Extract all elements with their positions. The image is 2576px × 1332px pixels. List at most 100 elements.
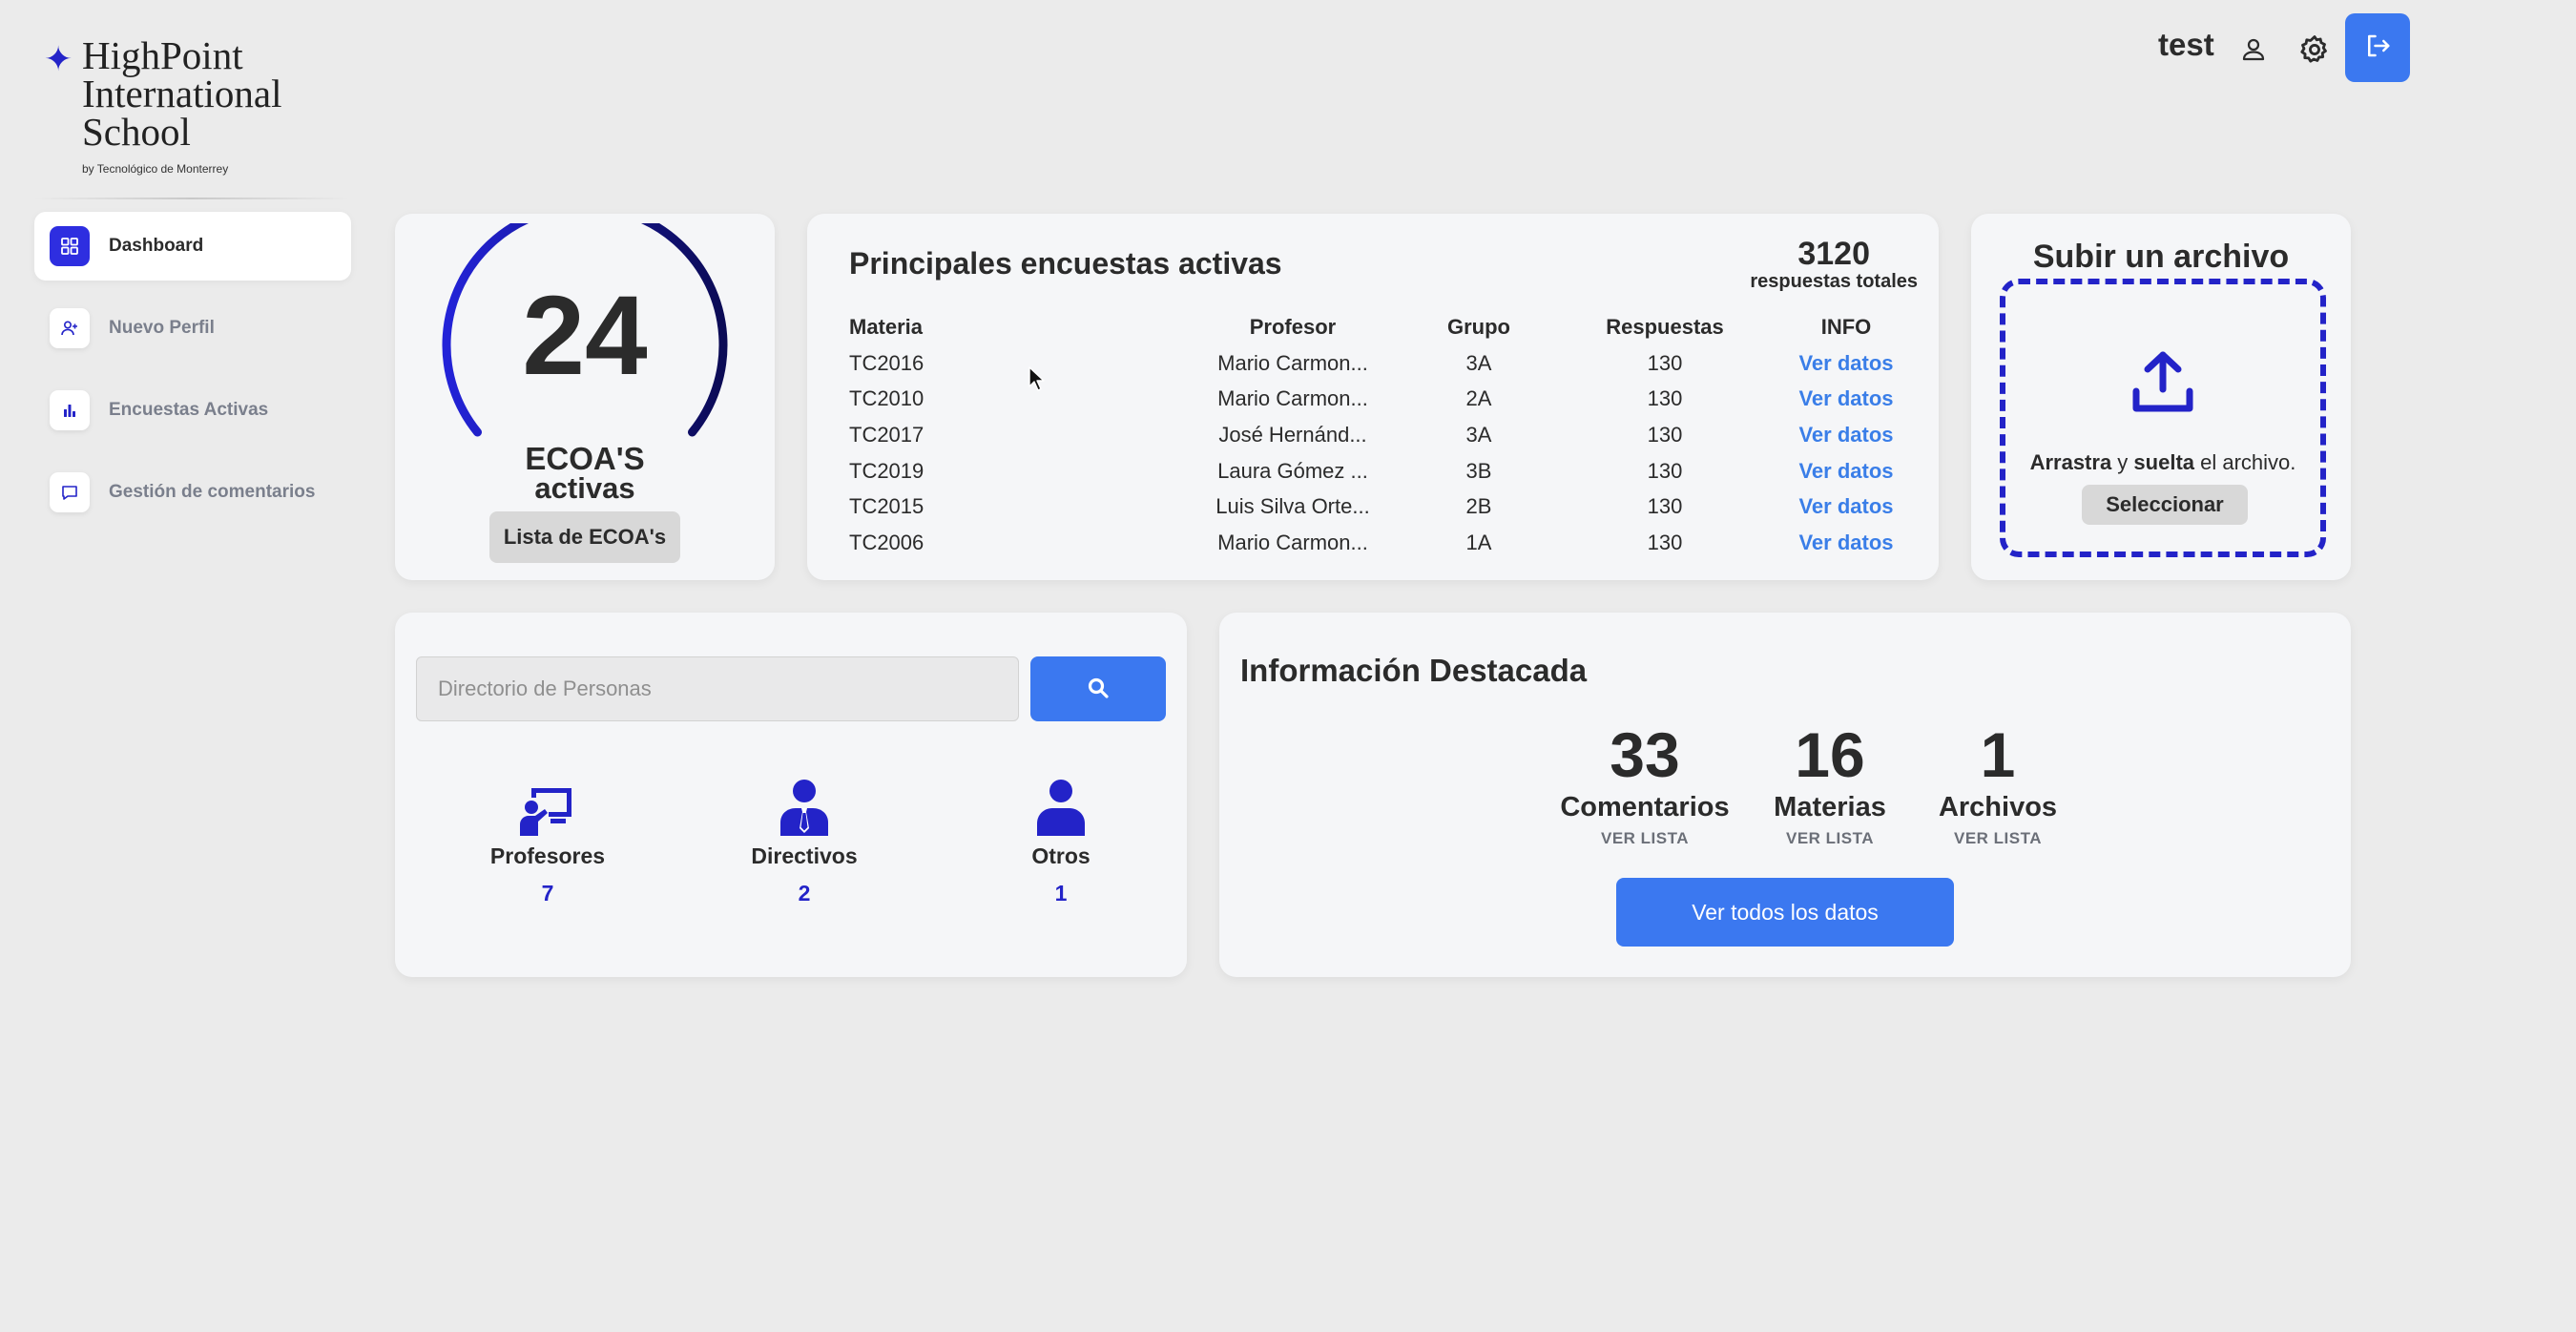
cell-grupo: 3A	[1465, 350, 1492, 375]
cell-profesor: Mario Carmon...	[1217, 386, 1368, 411]
cell-grupo: 2B	[1465, 494, 1492, 519]
gauge-sublabel: activas	[534, 471, 635, 505]
cell-respuestas: 130	[1647, 422, 1683, 447]
ecoa-list-button[interactable]: Lista de ECOA's	[489, 511, 680, 563]
active-surveys-card: Principales encuestas activas 3120 respu…	[807, 214, 1939, 580]
logo-divider	[34, 198, 349, 199]
cell-respuestas: 130	[1647, 494, 1683, 519]
username-label: test	[2158, 27, 2214, 62]
table-row: TC2016 Mario Carmon... 3A 130 Ver datos	[849, 345, 1918, 382]
logo-tagline: by Tecnológico de Monterrey	[82, 162, 229, 176]
gear-icon[interactable]	[2296, 31, 2334, 69]
cell-materia: TC2015	[849, 494, 924, 519]
add-user-icon	[50, 308, 90, 348]
cell-materia: TC2017	[849, 422, 924, 447]
sidebar-item-encuestas-activas[interactable]: Encuestas Activas	[34, 376, 351, 445]
cell-materia: TC2016	[849, 350, 924, 375]
total-responses-label: respuestas totales	[1750, 271, 1918, 292]
ver-datos-link[interactable]: Ver datos	[1798, 351, 1893, 375]
select-file-button[interactable]: Seleccionar	[2082, 485, 2248, 525]
cell-grupo: 1A	[1465, 530, 1492, 554]
people-directory-card: Profesores 7 Directivos 2 Otros 1	[395, 613, 1187, 977]
logo-line-2: International	[82, 72, 282, 115]
sidebar: Dashboard Nuevo Perfil Encuestas Activas…	[34, 212, 351, 540]
directory-search-input[interactable]	[416, 656, 1019, 721]
surveys-table: Materia Profesor Grupo Respuestas INFO T…	[849, 309, 1918, 561]
star-logo-icon: ✦	[44, 40, 73, 79]
cell-respuestas: 130	[1647, 386, 1683, 411]
column-header-profesor: Profesor	[1249, 315, 1337, 339]
cell-grupo: 3B	[1465, 458, 1492, 483]
cell-profesor: José Hernánd...	[1218, 422, 1367, 447]
category-label: Profesores	[489, 843, 606, 868]
cell-profesor: Mario Carmon...	[1217, 350, 1368, 375]
total-responses: 3120 respuestas totales	[1750, 237, 1918, 293]
column-header-respuestas: Respuestas	[1606, 315, 1724, 339]
active-ecoas-count: 24	[522, 273, 648, 399]
cell-materia: TC2006	[849, 530, 924, 554]
stat-archivos: 1 Archivos VER LISTA	[1893, 721, 2103, 848]
user-icon[interactable]	[2236, 32, 2271, 67]
grid-icon	[50, 226, 90, 266]
surveys-title: Principales encuestas activas	[849, 246, 1282, 281]
view-list-link[interactable]: VER LISTA	[1540, 829, 1750, 848]
sidebar-item-gestion-comentarios[interactable]: Gestión de comentarios	[34, 458, 351, 527]
directory-category-otros[interactable]: Otros 1	[966, 775, 1156, 906]
ver-datos-link[interactable]: Ver datos	[1798, 494, 1893, 518]
column-header-info: INFO	[1820, 315, 1872, 339]
logo-line-1: HighPoint	[82, 33, 243, 77]
sidebar-item-label: Nuevo Perfil	[109, 318, 215, 338]
drop-word: suelta	[2133, 450, 2195, 474]
category-label: Directivos	[751, 843, 858, 868]
highlighted-info-card: Información Destacada 33 Comentarios VER…	[1219, 613, 2351, 977]
column-header-grupo: Grupo	[1447, 315, 1510, 339]
bar-chart-icon	[50, 390, 90, 430]
mouse-cursor-icon	[1028, 366, 1046, 396]
ver-datos-link[interactable]: Ver datos	[1798, 423, 1893, 447]
logout-button[interactable]	[2345, 13, 2410, 82]
table-header-row: Materia Profesor Grupo Respuestas INFO	[849, 309, 1918, 345]
view-list-link[interactable]: VER LISTA	[1893, 829, 2103, 848]
ver-datos-link[interactable]: Ver datos	[1798, 459, 1893, 483]
highlights-title: Información Destacada	[1240, 653, 1588, 688]
stat-value: 1	[1980, 719, 2016, 790]
executive-icon	[709, 775, 900, 836]
table-row: TC2019 Laura Gómez ... 3B 130 Ver datos	[849, 453, 1918, 489]
file-dropzone[interactable]: Arrastra y suelta el archivo. Selecciona…	[2000, 279, 2326, 557]
category-count: 2	[798, 881, 811, 905]
active-ecoas-card: 24 ECOA'S activas Lista de ECOA's	[395, 214, 775, 580]
cell-profesor: Laura Gómez ...	[1217, 458, 1368, 483]
stat-label: Comentarios	[1560, 792, 1730, 822]
stat-value: 33	[1610, 719, 1680, 790]
sidebar-item-dashboard[interactable]: Dashboard	[34, 212, 351, 281]
view-all-data-button[interactable]: Ver todos los datos	[1616, 878, 1954, 947]
cell-materia: TC2010	[849, 386, 924, 411]
school-logo: ✦ HighPoint International School by Tecn…	[44, 33, 330, 177]
ver-datos-link[interactable]: Ver datos	[1798, 386, 1893, 410]
and-word: y	[2111, 450, 2134, 474]
cell-profesor: Mario Carmon...	[1217, 530, 1368, 554]
column-header-materia: Materia	[849, 315, 924, 339]
stat-label: Archivos	[1938, 792, 2058, 822]
upload-icon	[2129, 347, 2197, 421]
directory-category-profesores[interactable]: Profesores 7	[452, 775, 643, 906]
stat-comentarios: 33 Comentarios VER LISTA	[1540, 721, 1750, 848]
total-responses-value: 3120	[1797, 236, 1870, 272]
cell-grupo: 2A	[1465, 386, 1492, 411]
cell-respuestas: 130	[1647, 350, 1683, 375]
directory-search-button[interactable]	[1030, 656, 1166, 721]
ver-datos-link[interactable]: Ver datos	[1798, 531, 1893, 554]
directory-category-directivos[interactable]: Directivos 2	[709, 775, 900, 906]
logo-line-3: School	[82, 110, 191, 154]
cell-respuestas: 130	[1647, 530, 1683, 554]
cell-profesor: Luis Silva Orte...	[1215, 494, 1370, 519]
category-count: 1	[1054, 881, 1068, 905]
upload-file-card: Subir un archivo Arrastra y suelta el ar…	[1971, 214, 2351, 580]
file-suffix: el archivo.	[2194, 450, 2296, 474]
sidebar-item-label: Dashboard	[109, 236, 204, 256]
category-label: Otros	[1031, 843, 1091, 868]
category-count: 7	[541, 881, 554, 905]
sidebar-item-nuevo-perfil[interactable]: Nuevo Perfil	[34, 294, 351, 363]
drag-word: Arrastra	[2029, 450, 2112, 474]
table-row: TC2017 José Hernánd... 3A 130 Ver datos	[849, 417, 1918, 453]
